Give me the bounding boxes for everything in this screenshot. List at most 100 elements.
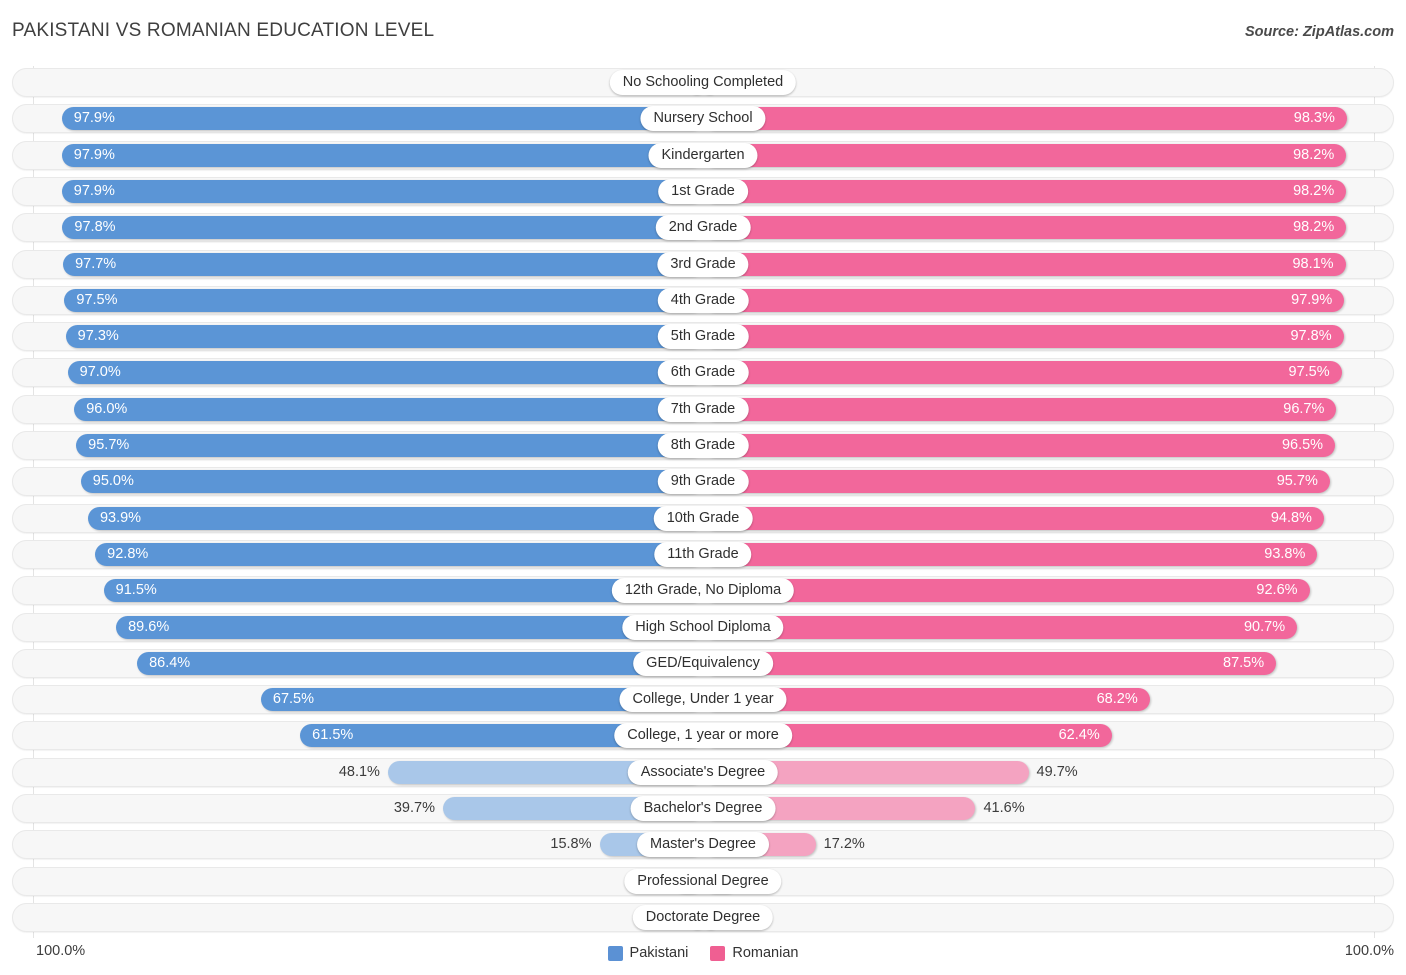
bar-pakistani[interactable] (63, 252, 703, 276)
category-chip[interactable]: College, 1 year or more (614, 723, 792, 749)
category-chip[interactable]: Professional Degree (624, 868, 782, 894)
legend-item-pakistani[interactable]: Pakistani (607, 945, 689, 961)
bar-pakistani[interactable] (65, 325, 703, 349)
bar-romanian[interactable] (703, 252, 1346, 276)
bar-pakistani[interactable] (61, 179, 703, 203)
bar-romanian[interactable] (703, 506, 1324, 530)
chart-row[interactable]: 95.0% 95.7% 9th Grade (12, 467, 1394, 497)
bar-pakistani[interactable] (116, 615, 703, 639)
category-chip[interactable]: Associate's Degree (627, 759, 779, 785)
bar-pakistani[interactable] (62, 216, 703, 240)
category-chip[interactable]: 1st Grade (658, 178, 748, 204)
category-chip[interactable]: Bachelor's Degree (630, 796, 776, 821)
category-chip[interactable]: No Schooling Completed (609, 70, 797, 95)
chart-row[interactable]: 92.8% 93.8% 11th Grade (12, 539, 1394, 569)
chart-row[interactable]: 97.9% 98.3% Nursery School (12, 104, 1394, 134)
chart-row[interactable]: 97.7% 98.1% 3rd Grade (12, 249, 1394, 279)
bar-romanian[interactable] (703, 651, 1277, 675)
category-chip[interactable]: 2nd Grade (655, 215, 751, 241)
chart-row[interactable]: 97.3% 97.8% 5th Grade (12, 322, 1394, 352)
bar-romanian[interactable] (703, 434, 1336, 457)
chart-row[interactable]: 97.9% 98.2% 1st Grade (12, 176, 1394, 206)
value-label-romanian: 98.2% (1293, 182, 1335, 199)
value-label-romanian: 87.5% (1223, 654, 1265, 671)
chart-row[interactable]: 89.6% 90.7% High School Diploma (12, 612, 1394, 642)
bar-romanian[interactable] (703, 179, 1347, 203)
value-label-pakistani: 97.3% (77, 328, 119, 345)
bar-pakistani[interactable] (61, 107, 703, 131)
category-chip[interactable]: Master's Degree (637, 832, 769, 858)
value-label-romanian: 41.6% (983, 800, 1025, 816)
legend-swatch-romanian (710, 945, 726, 961)
category-chip[interactable]: Doctorate Degree (632, 904, 774, 930)
value-label-pakistani: 97.9% (73, 110, 115, 127)
bar-romanian[interactable] (703, 288, 1345, 312)
bar-pakistani[interactable] (64, 288, 703, 312)
category-chip[interactable]: 10th Grade (653, 505, 753, 531)
bar-pakistani[interactable] (76, 434, 703, 457)
bar-pakistani[interactable] (80, 470, 703, 494)
bar-pakistani[interactable] (67, 361, 703, 385)
bar-romanian[interactable] (703, 107, 1347, 131)
bar-romanian[interactable] (703, 615, 1298, 639)
bar-romanian[interactable] (703, 361, 1342, 385)
category-chip[interactable]: 9th Grade (657, 469, 749, 495)
chart-row[interactable]: 93.9% 94.8% 10th Grade (12, 503, 1394, 533)
value-label-pakistani: 67.5% (272, 691, 314, 708)
chart-row[interactable]: 2.0%2.1%Doctorate Degree (12, 902, 1394, 932)
chart-row[interactable]: 48.1% 49.7% Associate's Degree (12, 757, 1394, 787)
chart-row[interactable]: 15.8% 17.2% Master's Degree (12, 830, 1394, 860)
chart-row[interactable]: 97.8% 98.2% 2nd Grade (12, 213, 1394, 243)
category-chip[interactable]: 8th Grade (657, 433, 749, 458)
bar-pakistani[interactable] (61, 143, 703, 167)
bar-romanian[interactable] (703, 325, 1344, 349)
legend-label-pakistani: Pakistani (629, 945, 689, 961)
category-chip[interactable]: 3rd Grade (657, 251, 749, 277)
legend-swatch-pakistani (607, 945, 623, 961)
value-label-romanian: 97.5% (1288, 364, 1330, 381)
category-chip[interactable]: 11th Grade (654, 541, 752, 567)
category-chip[interactable]: Kindergarten (648, 142, 758, 168)
bar-romanian[interactable] (703, 579, 1310, 603)
bar-pakistani[interactable] (87, 506, 703, 530)
chart-row[interactable]: 97.9% 98.2% Kindergarten (12, 140, 1394, 170)
category-chip[interactable]: 6th Grade (657, 360, 749, 386)
category-chip[interactable]: 12th Grade, No Diploma (611, 578, 795, 604)
chart-row[interactable]: 67.5% 68.2% College, Under 1 year (12, 685, 1394, 715)
chart-row[interactable]: 86.4% 87.5% GED/Equivalency (12, 648, 1394, 678)
bar-romanian[interactable] (703, 542, 1318, 566)
value-label-pakistani: 86.4% (149, 654, 191, 671)
chart-row[interactable]: 91.5% 92.6% 12th Grade, No Diploma (12, 576, 1394, 606)
value-label-pakistani: 97.5% (76, 291, 118, 308)
chart-row[interactable]: 39.7% 41.6% Bachelor's Degree (12, 794, 1394, 823)
category-chip[interactable]: 7th Grade (657, 396, 749, 422)
bar-pakistani[interactable] (95, 542, 703, 566)
chart-row[interactable]: 95.7% 96.5% 8th Grade (12, 431, 1394, 460)
value-label-pakistani: 48.1% (338, 763, 380, 780)
bar-romanian[interactable] (703, 470, 1330, 494)
value-label-romanian: 92.6% (1256, 582, 1298, 599)
value-label-romanian: 68.2% (1096, 691, 1138, 708)
chart-row[interactable]: 97.0% 97.5% 6th Grade (12, 358, 1394, 388)
legend-item-romanian[interactable]: Romanian (710, 945, 798, 961)
chart-row[interactable]: 97.5% 97.9% 4th Grade (12, 285, 1394, 315)
category-chip[interactable]: High School Diploma (622, 614, 784, 640)
value-label-romanian: 94.8% (1270, 509, 1312, 526)
bar-romanian[interactable] (703, 143, 1347, 167)
bar-romanian[interactable] (703, 397, 1337, 421)
chart-row[interactable]: 4.8%5.3%Professional Degree (12, 866, 1394, 896)
bar-pakistani[interactable] (74, 397, 703, 421)
bar-pakistani[interactable] (137, 651, 703, 675)
category-chip[interactable]: 4th Grade (657, 287, 749, 313)
value-label-pakistani: 97.9% (73, 182, 115, 199)
category-chip[interactable]: College, Under 1 year (619, 687, 787, 713)
bar-romanian[interactable] (703, 216, 1347, 240)
chart-row[interactable]: 96.0% 96.7% 7th Grade (12, 394, 1394, 424)
chart-row[interactable]: 2.1%1.8%No Schooling Completed (12, 68, 1394, 97)
category-chip[interactable]: GED/Equivalency (633, 650, 773, 676)
chart-row[interactable]: 61.5% 62.4% College, 1 year or more (12, 721, 1394, 751)
category-chip[interactable]: 5th Grade (657, 324, 749, 350)
value-label-pakistani: 97.7% (75, 255, 117, 272)
category-chip[interactable]: Nursery School (640, 106, 766, 132)
legend-label-romanian: Romanian (732, 945, 799, 961)
